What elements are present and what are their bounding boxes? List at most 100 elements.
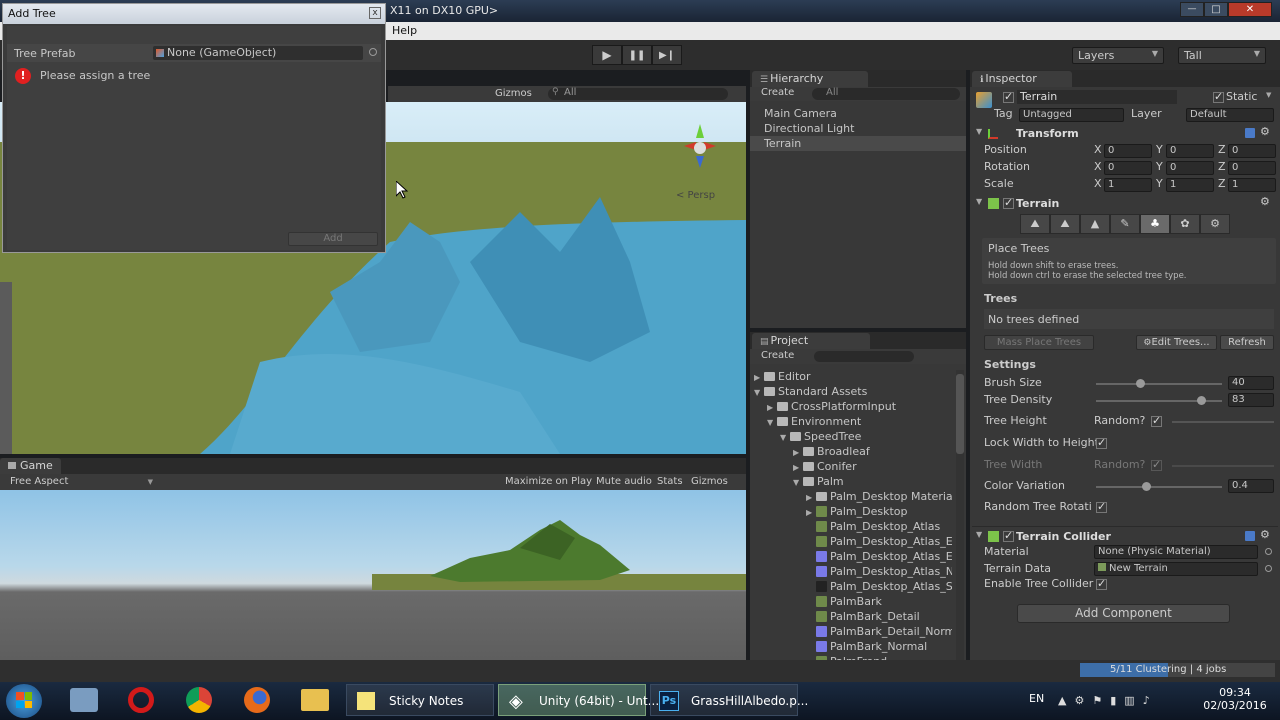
hierarchy-create-button[interactable]: Create [761,87,794,98]
volume-icon[interactable]: ♪ [1143,694,1150,707]
tree-height-range-slider[interactable] [1172,421,1274,423]
flag-icon[interactable]: ⚑ [1092,694,1102,707]
gear-icon[interactable]: ⚙ [1260,125,1270,138]
layout-dropdown[interactable]: Tall ▼ [1178,47,1266,64]
object-picker-icon[interactable] [1265,548,1272,555]
project-item[interactable]: ▶ Broadleaf [752,444,952,459]
project-item[interactable]: Palm_Desktop_Atlas [752,519,952,534]
pause-button[interactable]: ❚❚ [622,45,652,65]
paint-details-tool-icon[interactable]: ✿ [1170,214,1200,234]
firefox-browser-icon[interactable] [244,687,270,713]
foldout-arrow-icon[interactable]: ▼ [793,475,803,490]
random-rotation-checkbox[interactable] [1096,500,1107,513]
transform-header[interactable]: ▼ Transform ⚙ [972,125,1278,141]
transform-x-field[interactable]: 1 [1104,178,1152,192]
dialog-close-button[interactable]: x [369,7,381,19]
paint-height-tool-icon[interactable]: ⛰ [1050,214,1080,234]
opera-browser-icon[interactable] [128,687,154,713]
tab-hierarchy[interactable]: ☰ Hierarchy [752,71,868,87]
project-item[interactable]: ▶ Editor [752,369,952,384]
aspect-dropdown[interactable]: Free Aspect ▼ [10,474,155,490]
project-item[interactable]: ▶ CrossPlatformInput [752,399,952,414]
object-name-field[interactable]: Terrain [1017,90,1177,104]
color-variation-knob[interactable] [1142,482,1151,491]
tree-density-knob[interactable] [1197,396,1206,405]
project-item[interactable]: PalmBark_Detail [752,609,952,624]
maximize-on-play-toggle[interactable]: Maximize on Play [505,474,592,490]
book-icon[interactable] [1245,531,1255,541]
refresh-button[interactable]: Refresh [1220,335,1274,350]
scene-search-input[interactable]: ⚲ All [548,87,728,100]
scene-gizmos-button[interactable]: Gizmos [495,88,532,99]
show-hidden-icons-icon[interactable]: ▲ [1058,694,1066,707]
project-item[interactable]: PalmBark [752,594,952,609]
book-icon[interactable] [1245,128,1255,138]
foldout-arrow-icon[interactable]: ▶ [767,400,777,415]
sticky-notes-task[interactable]: Sticky Notes [346,684,494,716]
axis-z-label[interactable]: Z [1218,160,1226,173]
add-component-button[interactable]: Add Component [1017,604,1230,623]
foldout-arrow-icon[interactable]: ▶ [806,505,816,520]
unity-task[interactable]: ◈ Unity (64bit) - Unt... [498,684,659,716]
foldout-arrow-icon[interactable]: ▶ [806,490,816,505]
scene-orientation-gizmo[interactable] [676,124,724,172]
project-item[interactable]: ▶ Palm_Desktop [752,504,952,519]
chevron-down-icon[interactable]: ▼ [1266,91,1271,99]
foldout-arrow-icon[interactable]: ▼ [767,415,777,430]
file-explorer-icon[interactable] [301,689,329,711]
project-item[interactable]: ▶ Palm_Desktop Materia [752,489,952,504]
collider-header[interactable]: ▼ Terrain Collider ⚙ [972,528,1278,545]
place-trees-tool-icon[interactable]: ♣ [1140,214,1170,234]
hierarchy-item-directional-light[interactable]: Directional Light [750,121,966,136]
project-item[interactable]: Palm_Desktop_Atlas_S [752,579,952,594]
color-variation-field[interactable]: 0.4 [1228,479,1274,493]
axis-y-label[interactable]: Y [1156,177,1163,190]
axis-z-label[interactable]: Z [1218,177,1226,190]
hierarchy-search-input[interactable]: All [812,87,960,100]
scrollbar-thumb[interactable] [956,374,964,454]
hierarchy-item-terrain[interactable]: Terrain [750,136,966,151]
terrain-settings-tool-icon[interactable]: ⚙ [1200,214,1230,234]
project-scrollbar[interactable] [956,370,964,660]
terrain-header[interactable]: ▼ Terrain ⚙ [972,195,1278,212]
project-item[interactable]: ▶ Conifer [752,459,952,474]
brush-size-slider[interactable] [1096,379,1222,388]
smooth-height-tool-icon[interactable]: ▲ [1080,214,1110,234]
gear-icon[interactable]: ⚙ [1260,528,1270,541]
transform-x-field[interactable]: 0 [1104,161,1152,175]
foldout-arrow-icon[interactable]: ▼ [780,430,790,445]
project-item[interactable]: ▼ Palm [752,474,952,489]
tree-density-slider[interactable] [1096,396,1222,405]
terrain-enabled-checkbox[interactable] [1003,196,1014,209]
maximize-button[interactable]: □ [1204,2,1228,17]
menu-help[interactable]: Help [392,24,417,37]
project-item[interactable]: Palm_Desktop_Atlas_N [752,564,952,579]
transform-z-field[interactable]: 1 [1228,178,1276,192]
foldout-arrow-icon[interactable]: ▼ [754,385,764,400]
tab-inspector[interactable]: ℹ Inspector [972,71,1072,87]
project-item[interactable]: ▼ Environment [752,414,952,429]
signal-icon[interactable]: ▥ [1124,694,1134,707]
project-search-input[interactable] [814,351,914,362]
foldout-arrow-icon[interactable]: ▶ [793,460,803,475]
project-item[interactable]: Palm_Desktop_Atlas_E [752,549,952,564]
persp-label[interactable]: < Persp [676,190,715,201]
layers-dropdown[interactable]: Layers ▼ [1072,47,1164,64]
minimize-button[interactable]: — [1180,2,1204,17]
project-item[interactable]: PalmBark_Detail_Norm [752,624,952,639]
transform-z-field[interactable]: 0 [1228,161,1276,175]
explorer-app-icon[interactable] [70,688,98,712]
axis-x-label[interactable]: X [1094,143,1102,156]
foldout-arrow-icon[interactable]: ▶ [793,445,803,460]
axis-z-label[interactable]: Z [1218,143,1226,156]
prefab-object-field[interactable]: None (GameObject) [153,46,363,60]
transform-y-field[interactable]: 0 [1166,161,1214,175]
transform-x-field[interactable]: 0 [1104,144,1152,158]
language-indicator[interactable]: EN [1029,692,1044,705]
add-button[interactable]: Add [288,232,378,246]
tag-dropdown[interactable]: Untagged [1019,108,1124,122]
project-item[interactable]: ▼ Standard Assets [752,384,952,399]
layer-dropdown[interactable]: Default [1186,108,1274,122]
transform-y-field[interactable]: 1 [1166,178,1214,192]
hierarchy-item-main-camera[interactable]: Main Camera [750,106,966,121]
